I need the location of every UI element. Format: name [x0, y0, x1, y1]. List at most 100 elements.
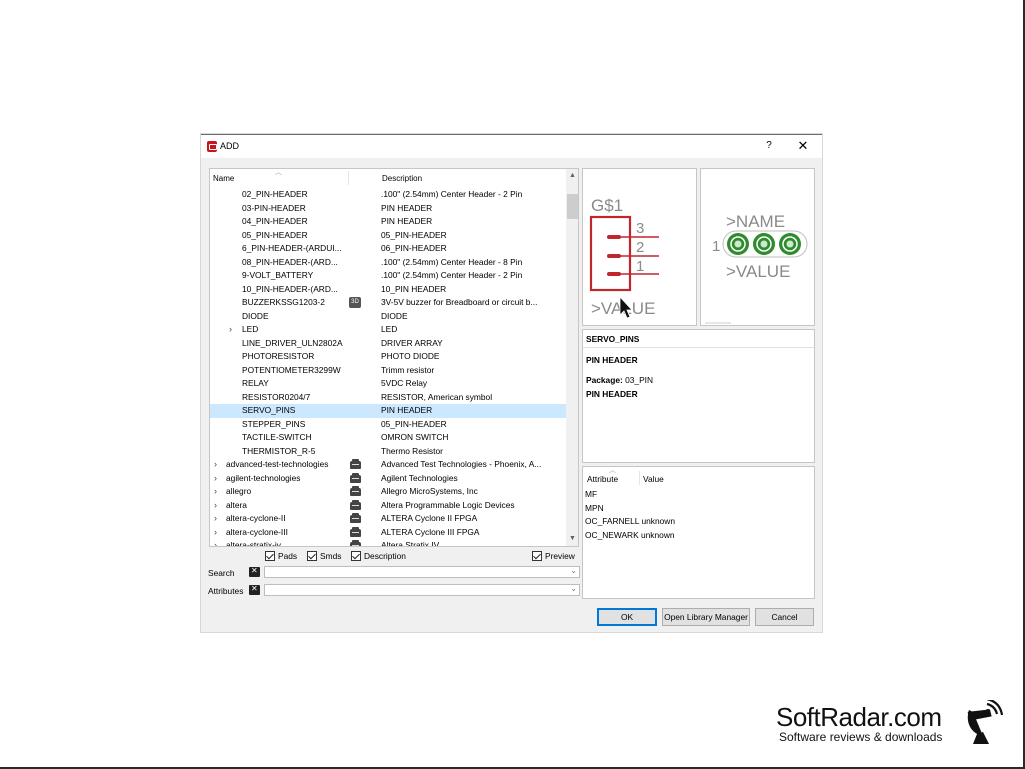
- row-name: advanced-test-technologies: [226, 459, 329, 469]
- library-row[interactable]: › altera-cyclone-III ALTERA Cyclone III FP…: [210, 526, 566, 540]
- attributes-input[interactable]: ⌄: [264, 584, 580, 596]
- library-row[interactable]: › agilent-technologies Agilent Technologie…: [210, 472, 566, 486]
- row-name: agilent-technologies: [226, 472, 301, 483]
- component-row[interactable]: PHOTORESISTOR PHOTO DIODE: [210, 350, 566, 364]
- library-icon: [350, 526, 361, 537]
- tree-scrollbar[interactable]: ▲ ▼: [566, 169, 578, 546]
- row-name: SERVO_PINS: [242, 405, 296, 415]
- attributes-clear-icon[interactable]: [249, 584, 260, 595]
- attributes-label: Attributes: [208, 586, 244, 596]
- symbol-body: [589, 215, 632, 292]
- attr-row[interactable]: OC_NEWARK unknown: [585, 530, 675, 540]
- expand-chevron-icon[interactable]: ›: [214, 512, 217, 526]
- help-button[interactable]: ?: [762, 139, 776, 153]
- component-row[interactable]: POTENTIOMETER3299W Trimm resistor: [210, 364, 566, 378]
- pads-option[interactable]: Pads: [265, 551, 297, 561]
- component-row[interactable]: STEPPER_PINS 05_PIN-HEADER: [210, 418, 566, 432]
- column-separator[interactable]: [348, 171, 349, 185]
- component-row[interactable]: 05_PIN-HEADER 05_PIN-HEADER: [210, 229, 566, 243]
- search-clear-icon[interactable]: [249, 566, 260, 577]
- search-input[interactable]: ⌄: [264, 566, 580, 578]
- close-button[interactable]: ✕: [796, 138, 810, 153]
- component-row[interactable]: DIODE DIODE: [210, 310, 566, 324]
- row-description: .100" (2.54mm) Center Header - 2 Pin: [381, 189, 523, 199]
- component-row[interactable]: LINE_DRIVER_ULN2802A DRIVER ARRAY: [210, 337, 566, 351]
- attr-row[interactable]: MPN: [585, 503, 604, 513]
- smds-option[interactable]: Smds: [307, 551, 341, 561]
- row-description: ALTERA Cyclone II FPGA: [381, 513, 478, 523]
- component-row[interactable]: RELAY 5VDC Relay: [210, 377, 566, 391]
- preview-checkbox[interactable]: [532, 551, 542, 561]
- attributes-table[interactable]: ︿ Attribute Value MF MPN OC_FARNELL unkn…: [582, 466, 815, 599]
- component-row[interactable]: SERVO_PINS PIN HEADER: [210, 404, 566, 418]
- component-row[interactable]: RESISTOR0204/7 RESISTOR, American symbol: [210, 391, 566, 405]
- attributes-dropdown-icon[interactable]: ⌄: [570, 584, 577, 593]
- row-description: PIN HEADER: [381, 216, 433, 226]
- pads-checkbox[interactable]: [265, 551, 275, 561]
- library-row[interactable]: › altera Altera Programmable Logic Devices: [210, 499, 566, 513]
- library-row[interactable]: › altera-cyclone-II ALTERA Cyclone II FPGA: [210, 512, 566, 526]
- search-dropdown-icon[interactable]: ⌄: [570, 566, 577, 575]
- open-library-manager-button[interactable]: Open Library Manager: [662, 608, 750, 626]
- expand-chevron-icon[interactable]: ›: [214, 499, 217, 513]
- ok-button[interactable]: OK: [597, 608, 657, 626]
- component-row[interactable]: BUZZERKSSG1203-2 3D 3V-5V buzzer for Bread…: [210, 296, 566, 310]
- row-description: 06_PIN-HEADER: [381, 243, 447, 253]
- row-description: Trimm resistor: [381, 364, 435, 375]
- row-description: 10_PIN HEADER: [381, 283, 447, 294]
- component-row[interactable]: THERMISTOR_R-5 Thermo Resistor: [210, 445, 566, 459]
- library-row[interactable]: › advanced-test-technologies Advanced Test…: [210, 458, 566, 472]
- component-row[interactable]: 08_PIN-HEADER-(ARD... .100" (2.54mm) Cent…: [210, 256, 566, 270]
- scroll-down-icon[interactable]: ▼: [569, 535, 576, 542]
- package-drill-1: [734, 240, 742, 248]
- add-dialog: ADD ? ✕ ︿ Name Description 02_PIN-HEADER…: [201, 134, 822, 632]
- scroll-thumb[interactable]: [567, 194, 578, 219]
- column-description-header[interactable]: Description: [382, 174, 422, 183]
- dialog-title: ADD: [220, 141, 240, 151]
- expand-chevron-icon[interactable]: ›: [214, 539, 217, 546]
- library-row[interactable]: › allegro Allegro MicroSystems, Inc: [210, 485, 566, 499]
- component-row[interactable]: 6_PIN-HEADER-(ARDUI... 06_PIN-HEADER: [210, 242, 566, 256]
- description-option[interactable]: Description: [351, 551, 406, 561]
- component-row[interactable]: › LED LED: [210, 323, 566, 337]
- component-row[interactable]: 9-VOLT_BATTERY .100" (2.54mm) Center Head…: [210, 269, 566, 283]
- symbol-preview: G$1 3 2 1 >VALUE: [582, 168, 697, 326]
- library-tree[interactable]: ︿ Name Description 02_PIN-HEADER .100" (2…: [209, 168, 579, 547]
- expand-chevron-icon[interactable]: ›: [214, 485, 217, 499]
- row-description: Altera Programmable Logic Devices: [381, 499, 515, 510]
- component-row[interactable]: 04_PIN-HEADER PIN HEADER: [210, 215, 566, 229]
- component-row[interactable]: 03-PIN-HEADER PIN HEADER: [210, 202, 566, 216]
- cancel-button[interactable]: Cancel: [755, 608, 814, 626]
- attr-column-value[interactable]: Value: [643, 474, 664, 484]
- symbol-pin-label-3: 3: [636, 220, 644, 237]
- row-name: POTENTIOMETER3299W: [242, 364, 341, 375]
- row-description: Agilent Technologies: [381, 472, 458, 483]
- smds-checkbox[interactable]: [307, 551, 317, 561]
- attr-column-attribute[interactable]: Attribute: [587, 474, 618, 484]
- preview-option[interactable]: Preview: [532, 551, 575, 561]
- library-icon: [350, 513, 361, 523]
- description-checkbox[interactable]: [351, 551, 361, 561]
- attr-column-separator[interactable]: [639, 471, 640, 485]
- expand-chevron-icon[interactable]: ›: [214, 472, 217, 486]
- satellite-dish-icon: [967, 700, 1003, 744]
- row-description: 3V-5V buzzer for Breadboard or circuit b…: [381, 297, 538, 307]
- expand-chevron-icon[interactable]: ›: [229, 323, 232, 337]
- row-description: OMRON SWITCH: [381, 432, 449, 442]
- attr-row[interactable]: OC_FARNELL unknown: [585, 516, 675, 526]
- component-row[interactable]: TACTILE-SWITCH OMRON SWITCH: [210, 431, 566, 445]
- attr-row[interactable]: MF: [585, 489, 597, 499]
- row-name: PHOTORESISTOR: [242, 351, 315, 361]
- library-row[interactable]: › altera-stratix-iv Altera Stratix IV: [210, 539, 566, 546]
- row-description: PHOTO DIODE: [381, 351, 440, 361]
- info-title: SERVO_PINS: [586, 334, 640, 344]
- component-row[interactable]: 10_PIN-HEADER-(ARD... 10_PIN HEADER: [210, 283, 566, 297]
- package-drill-2: [760, 240, 768, 248]
- library-icon: [350, 486, 361, 496]
- library-icon: [350, 540, 361, 546]
- scroll-up-icon[interactable]: ▲: [569, 172, 576, 179]
- expand-chevron-icon[interactable]: ›: [214, 458, 217, 472]
- expand-chevron-icon[interactable]: ›: [214, 526, 217, 540]
- column-name-header[interactable]: Name: [213, 174, 234, 183]
- component-row[interactable]: 02_PIN-HEADER .100" (2.54mm) Center Heade…: [210, 188, 566, 202]
